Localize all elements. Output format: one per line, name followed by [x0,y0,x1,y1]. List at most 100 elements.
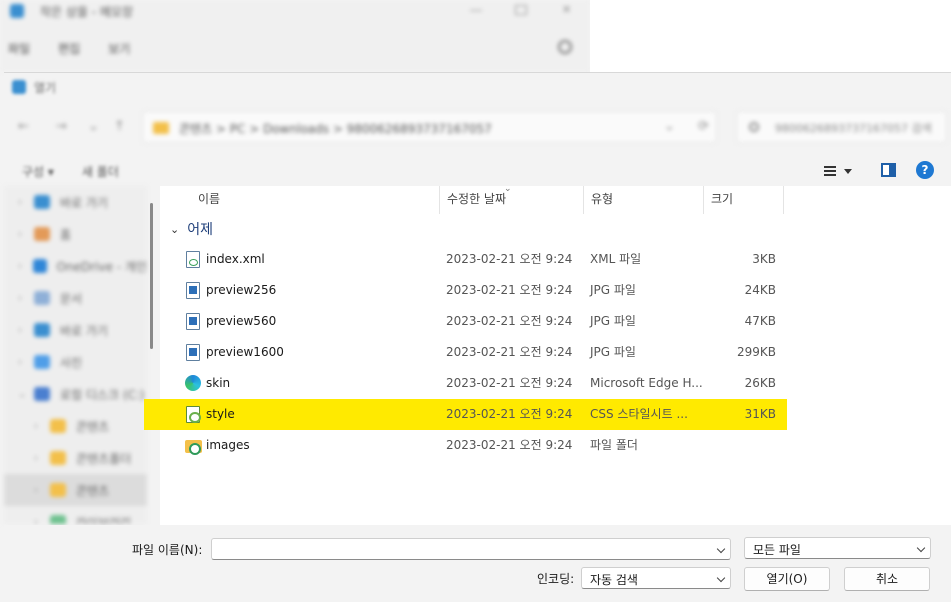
file-date: 2023-02-21 오전 9:24 [446,438,573,452]
sidebar-item[interactable]: › 바로 가기 [4,314,147,346]
folder-icon [50,419,66,433]
file-row[interactable]: index.xml 2023-02-21 오전 9:24 XML 파일 3KB [160,244,787,275]
sidebar-item-selected[interactable]: › 콘텐츠 [4,474,147,506]
file-size: 3KB [752,252,776,266]
file-row[interactable]: preview256 2023-02-21 오전 9:24 JPG 파일 24K… [160,275,787,306]
sidebar-item[interactable]: › 라이브러리 [4,506,147,524]
search-input[interactable]: 9800626893737167057 검색 [736,111,947,143]
sidebar-item[interactable]: › 콘텐츠 [4,410,147,442]
file-date: 2023-02-21 오전 9:24 [446,345,573,359]
dialog-title: 열기 [34,80,57,95]
preview-pane-icon[interactable] [881,163,896,177]
file-name: skin [206,376,231,390]
xml-file-icon [186,251,200,268]
column-header-row: 이름 수정한 날짜 ⌄ 유형 크기 [160,184,951,214]
forward-arrow-icon[interactable]: → [56,120,68,133]
file-row[interactable]: preview1600 2023-02-21 오전 9:24 JPG 파일 29… [160,337,787,368]
group-label: 어제 [187,222,213,238]
maximize-icon[interactable] [515,5,527,15]
file-name: index.xml [206,252,265,266]
filename-label: 파일 이름(N): [132,543,203,557]
file-type: JPG 파일 [590,314,636,328]
close-icon[interactable]: ✕ [562,4,574,15]
file-row[interactable]: preview560 2023-02-21 오전 9:24 JPG 파일 47K… [160,306,787,337]
sidebar-item[interactable]: ⌄ 로컬 디스크 (C:) [4,378,147,410]
column-header-name[interactable]: 이름 [190,186,220,214]
chevron-down-icon [916,543,926,553]
home-icon [34,227,50,241]
sidebar-item[interactable]: › 홈 [4,218,147,250]
sort-caret-icon: ⌄ [504,184,512,194]
image-file-icon [186,344,200,361]
background-notepad-window: 작은 상을 - 메모장 ✕ 파일 편집 보기 [0,0,590,72]
sidebar-item[interactable]: › 사진 [4,346,147,378]
file-size: 24KB [744,283,776,297]
address-bar[interactable]: 콘텐츠 > PC > Downloads > 98006268937371670… [142,111,717,143]
menu-file[interactable]: 파일 [8,40,30,57]
file-name: preview560 [206,314,277,328]
chevron-down-icon: ⌄ [170,222,180,236]
file-name: preview256 [206,283,277,297]
pictures-icon [34,355,50,369]
chevron-down-icon [716,573,726,583]
refresh-icon[interactable]: ⟳ [698,120,710,133]
encoding-value: 자동 검색 [590,573,638,587]
folder-icon [185,440,202,455]
folder-icon [50,451,66,465]
menu-view[interactable]: 보기 [108,40,130,57]
file-name: images [206,438,250,452]
gear-icon[interactable] [558,40,572,54]
column-header-type[interactable]: 유형 [583,186,613,214]
notepad-app-icon [10,4,24,18]
address-dropdown-icon[interactable]: ⌄ [664,120,676,133]
file-type: Microsoft Edge H... [590,376,703,390]
chevron-down-icon[interactable] [716,544,726,554]
file-name: preview1600 [206,345,284,359]
encoding-select[interactable]: 자동 검색 [581,567,731,589]
recent-chevron-icon[interactable]: ⌄ [88,120,100,133]
sidebar-item[interactable]: › 바로 가기 [4,186,147,218]
image-file-icon [186,282,200,299]
cancel-button[interactable]: 취소 [844,567,930,591]
image-file-icon [186,313,200,330]
column-header-date[interactable]: 수정한 날짜 [439,186,506,214]
file-type: XML 파일 [590,252,642,266]
sidebar-scrollbar[interactable] [150,203,153,349]
sidebar-item[interactable]: › 콘텐츠폴더 [4,442,147,474]
sidebar-item[interactable]: › 문서 [4,282,147,314]
cloud-icon [34,195,50,209]
file-type: CSS 스타일시트 ... [590,407,688,421]
sidebar-item[interactable]: › OneDrive - 개인 [4,250,147,282]
library-icon [50,515,66,524]
minimize-icon[interactable] [470,5,482,11]
file-name: style [206,407,235,421]
file-size: 31KB [744,407,776,421]
breadcrumb[interactable]: 콘텐츠 > PC > Downloads > 98006268937371670… [179,120,492,137]
search-placeholder: 9800626893737167057 검색 [775,122,932,135]
menu-edit[interactable]: 편집 [58,40,80,57]
cloud-icon [34,323,50,337]
search-icon [749,122,759,132]
documents-icon [34,291,50,305]
css-file-icon [186,406,201,423]
open-button[interactable]: 열기(O) [744,567,830,591]
file-list: 이름 수정한 날짜 ⌄ 유형 크기 ⌄ 어제 index.xml 2023-02… [144,184,951,525]
edge-html-icon [185,375,201,391]
column-separator[interactable] [783,186,784,214]
file-row[interactable]: images 2023-02-21 오전 9:24 파일 폴더 [160,430,787,461]
up-arrow-icon[interactable]: ↑ [114,120,126,133]
group-header[interactable]: ⌄ 어제 [170,218,213,240]
filetype-value: 모든 파일 [753,543,801,557]
view-options-button[interactable] [824,163,860,179]
filetype-select[interactable]: 모든 파일 [744,537,931,559]
filename-input[interactable] [211,538,731,560]
file-row-highlighted[interactable]: style 2023-02-21 오전 9:24 CSS 스타일시트 ... 3… [144,399,787,430]
dialog-toolbar: 구성 ▾ 새 폴더 ? [4,157,951,185]
back-arrow-icon[interactable]: ← [18,120,30,133]
column-header-size[interactable]: 크기 [703,186,733,214]
navigation-pane: › 바로 가기 › 홈 › OneDrive - 개인 › 문서 › 바로 가기 › 사진 … [4,186,147,524]
help-icon[interactable]: ? [916,161,934,179]
organize-button[interactable]: 구성 ▾ [22,163,54,180]
new-folder-button[interactable]: 새 폴더 [82,163,119,180]
file-row[interactable]: skin 2023-02-21 오전 9:24 Microsoft Edge H… [160,368,787,399]
